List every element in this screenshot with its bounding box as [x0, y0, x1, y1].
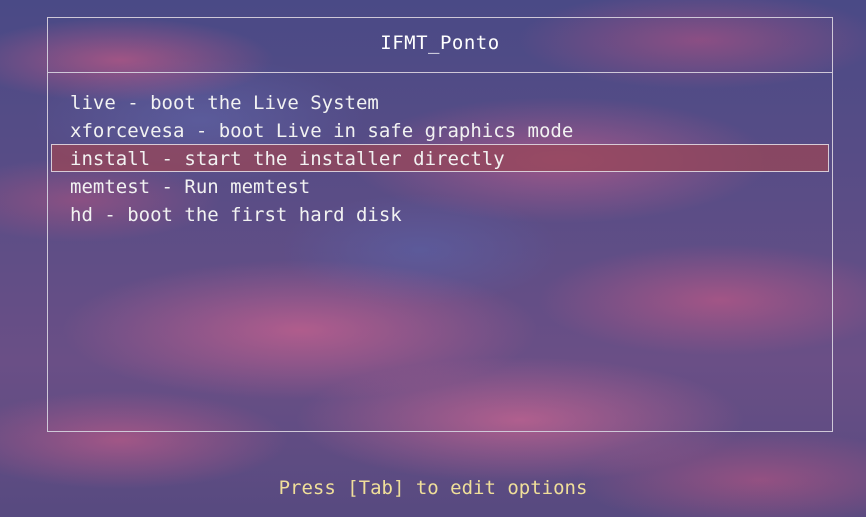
menu-item-xforcevesa[interactable]: xforcevesa - boot Live in safe graphics …: [51, 116, 829, 144]
boot-screen: IFMT_Ponto live - boot the Live System x…: [0, 0, 866, 517]
menu-item-live[interactable]: live - boot the Live System: [51, 88, 829, 116]
menu-item-install[interactable]: install - start the installer directly: [51, 144, 829, 172]
menu-item-memtest[interactable]: memtest - Run memtest: [51, 172, 829, 200]
boot-menu-list: live - boot the Live System xforcevesa -…: [48, 88, 832, 228]
footer-hint: Press [Tab] to edit options: [278, 477, 588, 499]
menu-title: IFMT_Ponto: [380, 32, 500, 54]
menu-item-hd[interactable]: hd - boot the first hard disk: [51, 200, 829, 228]
title-divider: [48, 72, 832, 73]
boot-menu-frame: IFMT_Ponto live - boot the Live System x…: [47, 17, 833, 432]
